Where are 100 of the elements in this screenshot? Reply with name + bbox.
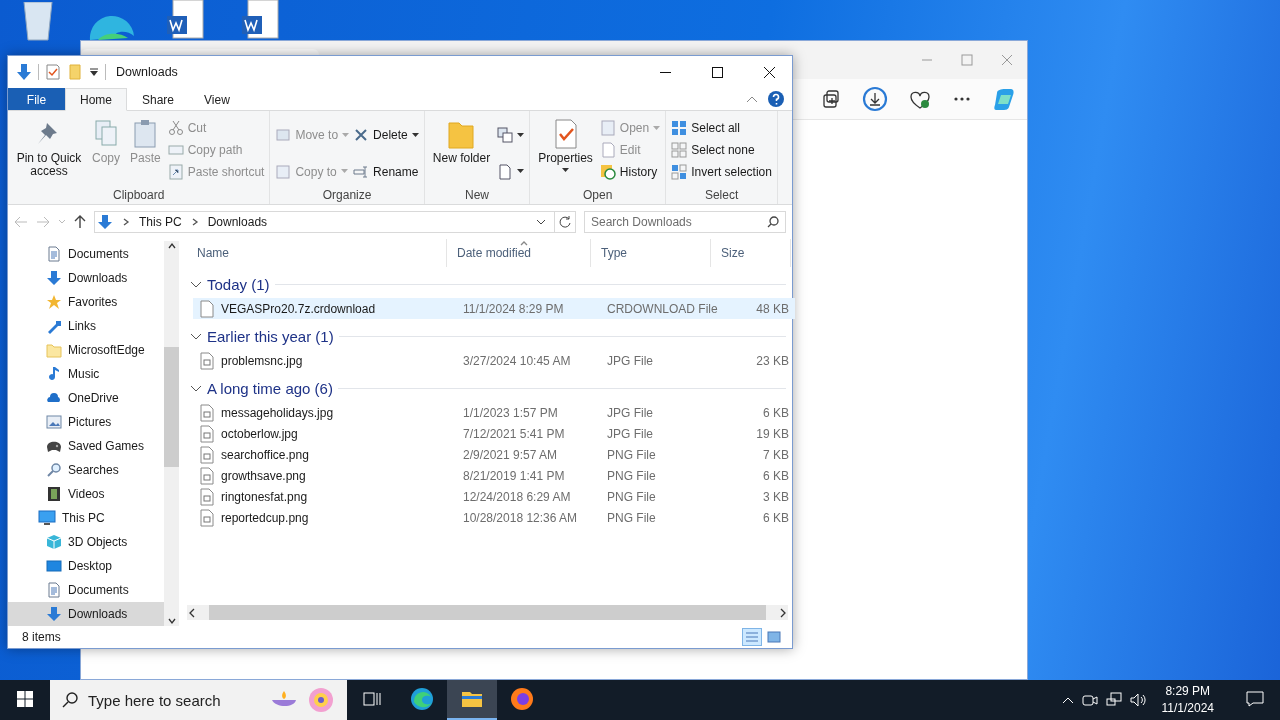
- ribbon-button[interactable]: History: [599, 163, 661, 181]
- help-icon[interactable]: [768, 91, 784, 107]
- checklist-icon[interactable]: [45, 64, 61, 80]
- nav-item[interactable]: Saved Games: [8, 434, 164, 458]
- date-cell-text: 10/28/2018 12:36 AM: [462, 510, 579, 525]
- file-row[interactable]: messageholidays.jpg 1/1/2023 1:57 PM JPG File 6 KB: [193, 402, 795, 423]
- network-icon[interactable]: [1105, 692, 1122, 708]
- group-label: Select: [703, 188, 740, 202]
- large-icons-view-button[interactable]: [764, 628, 784, 646]
- dropdown-icon[interactable]: [89, 67, 99, 77]
- ribbon-button[interactable]: Select all: [671, 119, 772, 137]
- nav-item[interactable]: Desktop: [8, 554, 164, 578]
- ribbon-button[interactable]: Properties: [535, 115, 596, 188]
- group-header[interactable]: A long time ago (6): [207, 380, 333, 397]
- size-cell-text: 3 KB: [762, 489, 790, 504]
- date-cell-text: 3/27/2024 10:45 AM: [462, 353, 572, 368]
- taskbar-app-button[interactable]: [447, 680, 497, 720]
- address-bar[interactable]: This PC Downloads: [94, 211, 576, 233]
- caret-icon: [340, 169, 348, 175]
- vertical-scrollbar[interactable]: [164, 241, 179, 626]
- nav-item[interactable]: 3D Objects: [8, 530, 164, 554]
- collapse-ribbon-icon[interactable]: [746, 95, 758, 103]
- image-file-icon: [199, 445, 215, 464]
- file-menu-button[interactable]: File: [8, 88, 65, 110]
- date-cell-text: 8/21/2019 1:41 PM: [462, 468, 566, 483]
- group-header[interactable]: Today (1): [207, 276, 270, 293]
- flower-icon: [307, 686, 335, 714]
- ribbon-button[interactable]: Select none: [671, 141, 772, 159]
- ribbon-button[interactable]: Delete: [353, 126, 419, 145]
- clock[interactable]: 8:29 PM 11/1/2024: [1153, 683, 1222, 717]
- column-header[interactable]: Type: [591, 239, 711, 267]
- up-arrow-icon[interactable]: [74, 215, 86, 229]
- nav-item[interactable]: Music: [8, 362, 164, 386]
- nav-item[interactable]: Pictures: [8, 410, 164, 434]
- ribbon-button[interactable]: New folder: [429, 115, 494, 188]
- collections-icon[interactable]: [821, 89, 841, 109]
- search-field[interactable]: Search Downloads: [584, 211, 786, 233]
- camera-icon[interactable]: [1081, 692, 1098, 708]
- scissors-icon: [167, 120, 184, 136]
- ribbon-tab[interactable]: View: [189, 88, 245, 110]
- nav-item[interactable]: Favorites: [8, 290, 164, 314]
- file-row[interactable]: reportedcup.png 10/28/2018 12:36 AM PNG File 6 KB: [193, 507, 795, 528]
- download-arrow-icon: [46, 270, 62, 286]
- close-icon[interactable]: [1001, 54, 1013, 66]
- nav-item[interactable]: Searches: [8, 458, 164, 482]
- monitor-icon: [38, 510, 56, 526]
- nav-item[interactable]: Downloads: [8, 602, 164, 626]
- horizontal-scrollbar[interactable]: [187, 605, 788, 620]
- chevron-icon: [778, 607, 788, 618]
- chevron-up-icon[interactable]: [1061, 696, 1074, 704]
- nav-item[interactable]: Links: [8, 314, 164, 338]
- nav-item[interactable]: MicrosoftEdge: [8, 338, 164, 362]
- chevron-icon: [166, 241, 177, 251]
- nav-item[interactable]: This PC: [8, 506, 164, 530]
- health-check-icon[interactable]: [909, 89, 931, 109]
- breadcrumb-item[interactable]: This PC: [139, 215, 182, 229]
- word-document-icon[interactable]: [240, 0, 280, 40]
- column-header[interactable]: Date modified: [447, 239, 591, 267]
- refresh-icon[interactable]: [559, 216, 571, 228]
- file-row[interactable]: VEGASPro20.7z.crdownload 11/1/2024 8:29 PM CRDOWNLOAD File 48 KB: [193, 298, 795, 319]
- ribbon-button[interactable]: Rename: [353, 162, 419, 181]
- nav-item[interactable]: Videos: [8, 482, 164, 506]
- column-header[interactable]: Name: [187, 239, 447, 267]
- caret-icon: [517, 169, 525, 175]
- image-file-icon: [199, 508, 215, 527]
- copilot-icon[interactable]: [993, 87, 1017, 111]
- word-document-icon[interactable]: [165, 0, 205, 40]
- download-icon[interactable]: [862, 86, 888, 112]
- ribbon-button[interactable]: [497, 162, 525, 181]
- nav-item[interactable]: Downloads: [8, 266, 164, 290]
- nav-item[interactable]: Documents: [8, 578, 164, 602]
- file-row[interactable]: ringtonesfat.png 12/24/2018 6:29 AM PNG File 3 KB: [193, 486, 795, 507]
- document-icon: [46, 246, 62, 262]
- file-row[interactable]: growthsave.png 8/21/2019 1:41 PM PNG File 6 KB: [193, 465, 795, 486]
- dropdown-chevron-icon[interactable]: [536, 218, 546, 226]
- nav-item[interactable]: OneDrive: [8, 386, 164, 410]
- blank-file-icon: [199, 299, 215, 318]
- ribbon-button[interactable]: [497, 126, 525, 145]
- group-header[interactable]: Earlier this year (1): [207, 328, 334, 345]
- column-header[interactable]: Size: [711, 239, 791, 267]
- file-row[interactable]: octoberlow.jpg 7/12/2021 5:41 PM JPG File 19 KB: [193, 423, 795, 444]
- taskbar-search-field[interactable]: Type here to search: [50, 680, 347, 720]
- nav-item[interactable]: Documents: [8, 242, 164, 266]
- ribbon-button[interactable]: Invert selection: [671, 163, 772, 181]
- ribbon-tab[interactable]: Share: [127, 88, 190, 110]
- document-icon: [46, 582, 62, 598]
- caret-icon: [653, 125, 661, 131]
- download-arrow-icon[interactable]: [16, 63, 32, 81]
- edit-icon: [599, 142, 616, 158]
- folder-icon: [46, 342, 62, 358]
- ribbon-button[interactable]: Pin to Quick access: [13, 115, 85, 188]
- file-name: growthsave.png: [221, 468, 306, 483]
- file-row[interactable]: searchoffice.png 2/9/2021 9:57 AM PNG File 7 KB: [193, 444, 795, 465]
- type-cell-text: JPG File: [606, 353, 654, 368]
- file-row[interactable]: problemsnc.jpg 3/27/2024 10:45 AM JPG File 23 KB: [193, 350, 795, 371]
- breadcrumb-item[interactable]: Downloads: [207, 215, 268, 229]
- volume-icon[interactable]: [1129, 692, 1146, 708]
- type-cell-text: PNG File: [606, 468, 657, 483]
- size-cell-text: 23 KB: [755, 353, 790, 368]
- ribbon-tab[interactable]: Home: [65, 88, 127, 111]
